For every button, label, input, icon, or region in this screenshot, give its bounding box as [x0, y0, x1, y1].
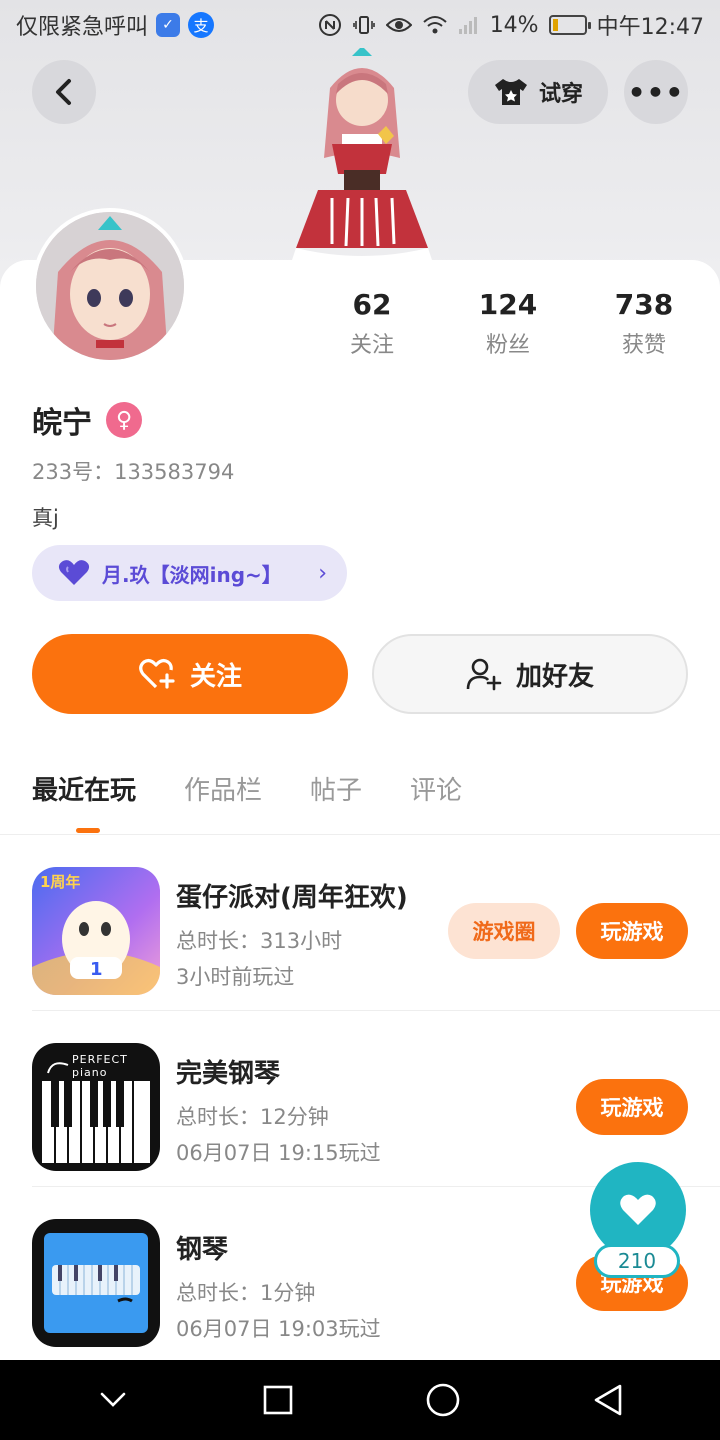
tab-works[interactable]: 作品栏 — [184, 770, 262, 807]
tab-comments[interactable]: 评论 — [410, 770, 462, 807]
game-circle-button[interactable]: 游戏圈 — [448, 903, 560, 959]
guild-badge[interactable]: 月.玖【淡网ing~】 › — [32, 545, 347, 601]
play-game-button[interactable]: 玩游戏 — [576, 903, 688, 959]
follow-button[interactable]: 关注 — [32, 634, 348, 714]
follow-label: 关注 — [189, 661, 242, 692]
tab-recently-played[interactable]: 最近在玩 — [32, 770, 136, 807]
game-last-played: 3小时前玩过 — [176, 965, 295, 989]
game-total-time: 总时长：313小时 — [176, 929, 343, 953]
active-tab-indicator — [76, 828, 100, 833]
avatar[interactable] — [32, 208, 188, 364]
nfc-icon — [318, 13, 342, 37]
game-icon-piano[interactable] — [32, 1219, 160, 1347]
circle-icon — [426, 1383, 459, 1417]
game-last-played: 06月07日 19:15玩过 — [176, 1141, 381, 1165]
heart-icon — [620, 1194, 656, 1225]
like-count-badge: 210 — [594, 1244, 680, 1278]
chevron-down-icon — [100, 1392, 125, 1407]
wifi-icon — [422, 15, 448, 35]
character-figure — [292, 48, 432, 260]
vibrate-icon — [352, 13, 376, 37]
status-bar: 仅限紧急呼叫 ✓ 支 14% 中午12:47 — [0, 0, 720, 50]
game-icon-badge: 1周年 — [40, 873, 81, 891]
heart-icon — [58, 560, 90, 585]
eye-icon — [385, 15, 412, 35]
battery-icon — [548, 15, 591, 35]
female-gender-icon: ♀ — [106, 402, 142, 438]
user-id: 233号：133583794 — [32, 460, 235, 484]
game-total-time: 总时长：1分钟 — [176, 1281, 316, 1305]
game-title[interactable]: 完美钢琴 — [176, 1053, 280, 1090]
nav-home-button[interactable] — [413, 1370, 473, 1430]
back-button[interactable] — [32, 60, 96, 124]
chevron-left-icon — [56, 79, 71, 105]
game-icon-eggy-party[interactable]: 1 1周年 — [32, 867, 160, 995]
stat-value: 62 — [352, 288, 392, 321]
signal-icon — [458, 15, 480, 35]
nav-back-button[interactable] — [578, 1370, 638, 1430]
stat-label: 获赞 — [621, 333, 666, 358]
try-on-label: 试穿 — [538, 82, 583, 107]
square-icon — [263, 1385, 292, 1415]
profile-tabs: 最近在玩 作品栏 帖子 评论 — [32, 770, 462, 807]
more-options-button[interactable]: ••• — [624, 60, 688, 124]
game-title[interactable]: 蛋仔派对(周年狂欢) — [176, 877, 408, 914]
triangle-back-icon — [594, 1384, 621, 1416]
add-user-icon — [466, 658, 502, 691]
profile-bio: 真j — [32, 506, 59, 530]
game-list-item[interactable]: 1 1周年 蛋仔派对(周年狂欢) 总时长：313小时 3小时前玩过 游戏圈 玩游… — [32, 835, 720, 1011]
shield-icon: ✓ — [156, 13, 181, 37]
nav-recents-button[interactable] — [248, 1370, 308, 1430]
stat-value: 124 — [478, 288, 538, 321]
stat-value: 738 — [614, 288, 674, 321]
stat-followers[interactable]: 124 粉丝 — [448, 288, 568, 359]
status-time: 中午12:47 — [596, 15, 704, 40]
add-friend-label: 加好友 — [515, 661, 594, 692]
game-list-item[interactable]: PERFECT piano 完美钢琴 总时长：12分钟 06月07日 19:15… — [32, 1011, 720, 1187]
game-total-time: 总时长：12分钟 — [176, 1105, 329, 1129]
name-row: 皖宁 ♀ — [32, 398, 142, 442]
play-game-button[interactable]: 玩游戏 — [576, 1079, 688, 1135]
game-last-played: 06月07日 19:03玩过 — [176, 1317, 381, 1341]
profile-name: 皖宁 — [32, 406, 92, 441]
shirt-icon — [494, 79, 527, 105]
guild-label: 月.玖【淡网ing~】 — [102, 562, 282, 587]
system-nav-bar — [0, 1360, 720, 1440]
battery-percent: 14% — [489, 12, 539, 38]
game-icon-perfect-piano[interactable]: PERFECT piano — [32, 1043, 160, 1171]
game-title[interactable]: 钢琴 — [176, 1229, 228, 1266]
stat-label: 粉丝 — [485, 333, 530, 358]
add-friend-button[interactable]: 加好友 — [372, 634, 688, 714]
heart-plus-icon — [139, 658, 175, 689]
nav-collapse-button[interactable] — [83, 1370, 143, 1430]
stat-following[interactable]: 62 关注 — [312, 288, 432, 359]
avatar-image — [36, 212, 184, 360]
svg-text:1: 1 — [90, 959, 103, 980]
alipay-icon: 支 — [188, 12, 215, 38]
game-icon-badge: PERFECT piano — [72, 1053, 128, 1079]
tab-posts[interactable]: 帖子 — [310, 770, 362, 807]
chevron-right-icon: › — [318, 560, 327, 586]
try-on-button[interactable]: 试穿 — [468, 60, 608, 124]
carrier-text: 仅限紧急呼叫 — [16, 15, 149, 40]
stat-label: 关注 — [349, 333, 394, 358]
more-dots-icon: ••• — [627, 75, 685, 109]
stat-likes[interactable]: 738 获赞 — [584, 288, 704, 359]
